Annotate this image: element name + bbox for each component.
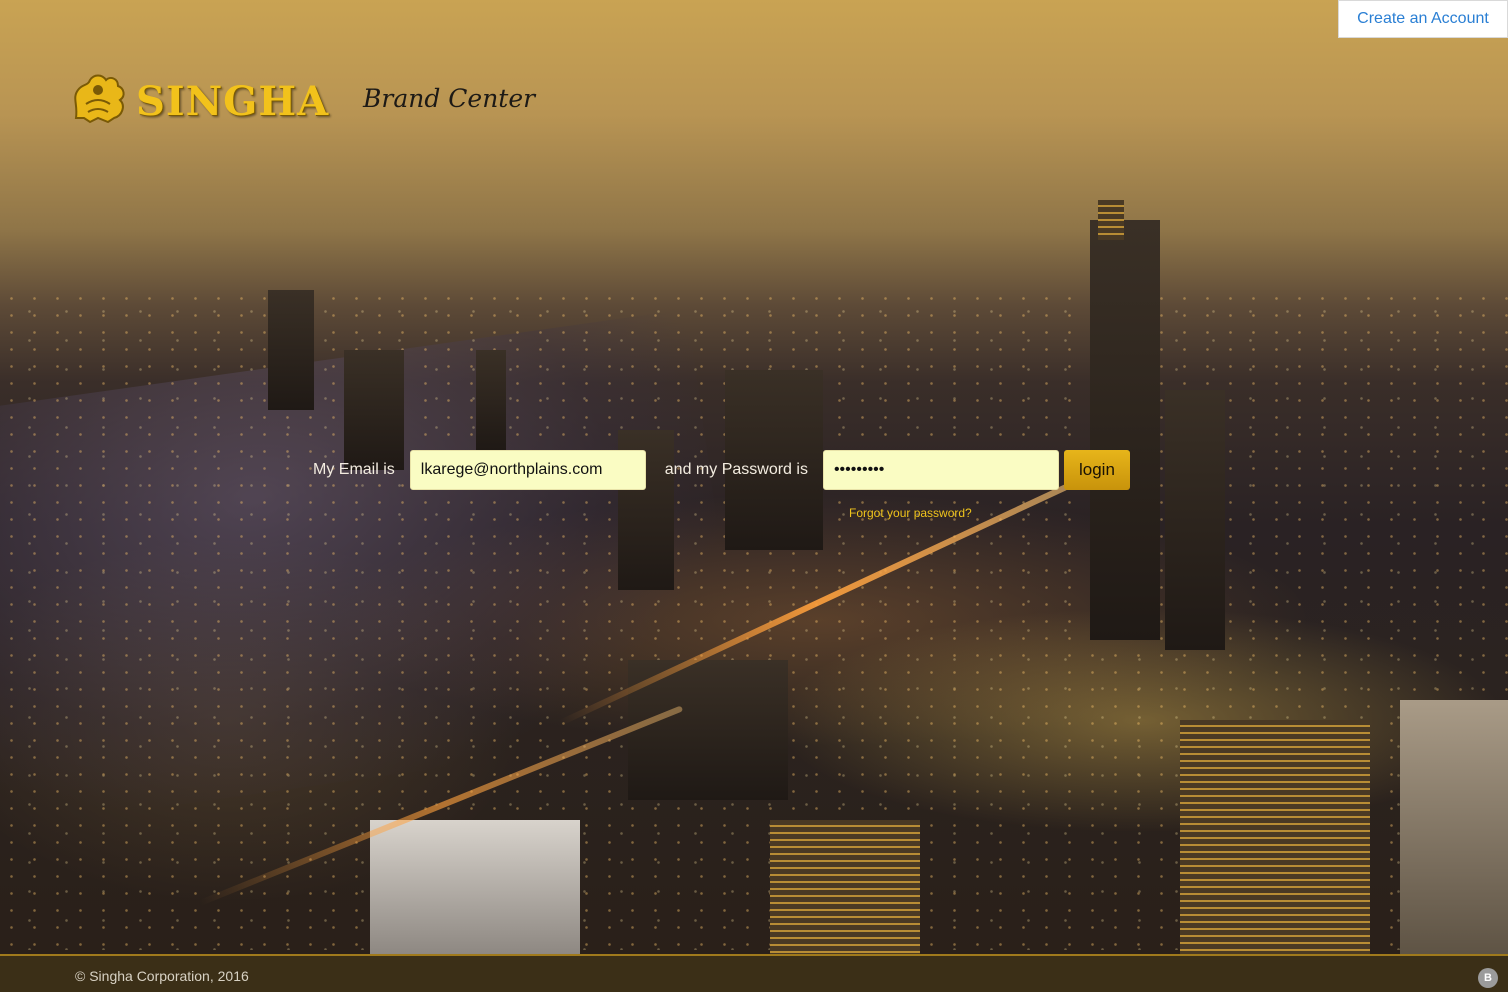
forgot-password-link[interactable]: Forgot your password? xyxy=(849,506,972,520)
login-form: My Email is and my Password is login xyxy=(313,450,1130,490)
password-field[interactable] xyxy=(822,450,1059,490)
tower xyxy=(1165,390,1225,650)
tower xyxy=(1400,700,1508,956)
tower xyxy=(268,290,314,410)
singha-logo: SINGHA xyxy=(68,70,329,126)
tower xyxy=(1098,200,1124,240)
tower xyxy=(1180,720,1370,956)
brand-center-title: Brand Center xyxy=(363,84,536,113)
tower xyxy=(370,820,580,956)
singha-lion-icon xyxy=(74,74,125,124)
logo-wordmark: SINGHA xyxy=(136,77,330,125)
tower xyxy=(476,350,506,450)
copyright-text: © Singha Corporation, 2016 xyxy=(75,968,249,984)
tower xyxy=(1090,220,1160,640)
b-badge-icon[interactable]: B xyxy=(1478,968,1498,988)
email-field[interactable] xyxy=(409,450,646,490)
create-account-button[interactable]: Create an Account xyxy=(1338,0,1508,38)
footer: © Singha Corporation, 2016 B xyxy=(0,954,1508,992)
login-button[interactable]: login xyxy=(1063,450,1130,490)
email-label: My Email is xyxy=(313,461,395,478)
tower xyxy=(770,820,920,956)
password-label: and my Password is xyxy=(664,461,808,478)
